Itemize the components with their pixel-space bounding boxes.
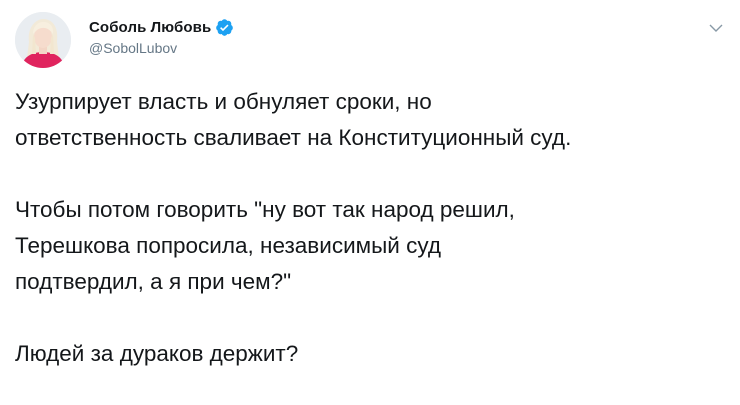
tweet-text: Узурпирует власть и обнуляет сроки, но о… [15,84,735,372]
tweet-paragraph: Людей за дураков держит? [15,336,735,372]
tweet-card: Соболь Любовь @SobolLubov Узурпирует вла… [0,0,740,405]
tweet-paragraph: Чтобы потом говорить "ну вот так народ р… [15,192,735,300]
verified-badge-icon [216,18,234,36]
tweet-line: ответственность сваливает на Конституцио… [15,125,572,150]
avatar[interactable] [15,12,71,68]
tweet-line: Терешкова попросила, независимый суд [15,233,441,258]
chevron-down-icon[interactable] [708,22,724,34]
tweet-line: подтвердил, а я при чем?" [15,269,292,294]
tweet-paragraph: Узурпирует власть и обнуляет сроки, но о… [15,84,735,156]
author-name-row[interactable]: Соболь Любовь [89,16,234,38]
author-display-name[interactable]: Соболь Любовь [89,19,211,36]
avatar-image [15,12,71,68]
tweet-line: Чтобы потом говорить "ну вот так народ р… [15,197,515,222]
author-handle[interactable]: @SobolLubov [89,40,177,56]
tweet-line: Узурпирует власть и обнуляет сроки, но [15,89,432,114]
tweet-line: Людей за дураков держит? [15,341,299,366]
